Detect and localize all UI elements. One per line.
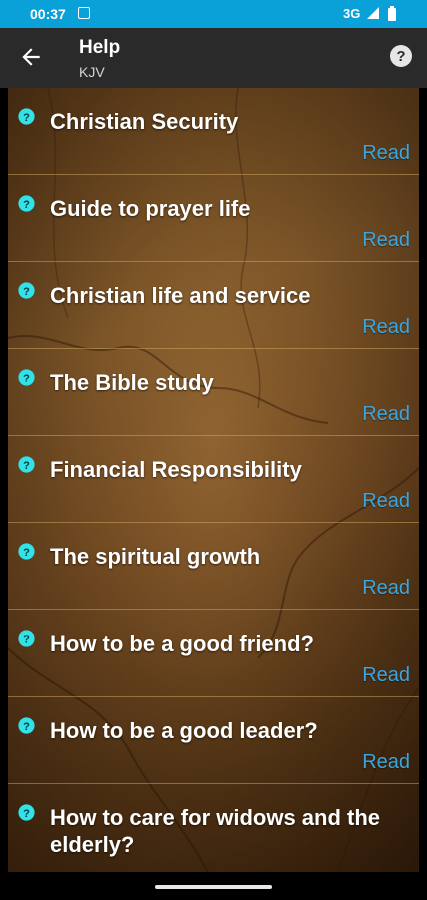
help-circle-icon[interactable]: ? [389,44,413,68]
svg-text:?: ? [23,721,30,733]
item-title: Christian Security [50,109,239,134]
question-circle-icon: ? [18,108,35,125]
battery-icon [388,6,396,21]
question-circle-icon: ? [18,717,35,734]
read-link[interactable]: Read [362,142,410,165]
list-item[interactable]: ? The spiritual growth Read [8,523,419,610]
read-link[interactable]: Read [362,229,410,252]
arrow-left-icon[interactable] [18,44,44,70]
item-title: How to be a good leader? [50,718,318,743]
item-title: The spiritual growth [50,544,261,569]
system-nav-bar [0,872,427,900]
list-item[interactable]: ? How to be a good leader? Read [8,697,419,784]
read-link[interactable]: Read [362,403,410,426]
read-link[interactable]: Read [362,490,410,513]
app-bar: Help KJV ? [0,28,427,88]
question-circle-icon: ? [18,630,35,647]
list-item[interactable]: ? Financial Responsibility Read [8,436,419,523]
svg-text:?: ? [23,634,30,646]
list-item[interactable]: ? Guide to prayer life Read [8,175,419,262]
item-title: Financial Responsibility [50,457,302,482]
question-circle-icon: ? [18,369,35,386]
list-item[interactable]: ? Christian Security Read [8,88,419,175]
svg-text:?: ? [396,48,405,65]
page-title: Help [79,37,121,58]
question-circle-icon: ? [18,543,35,560]
question-circle-icon: ? [18,282,35,299]
read-link[interactable]: Read [362,751,410,774]
item-title: The Bible study [50,370,214,395]
notification-icon [78,7,90,19]
svg-text:?: ? [23,112,30,124]
status-time: 00:37 [30,6,66,22]
read-link[interactable]: Read [362,316,410,339]
svg-text:?: ? [23,286,30,298]
svg-text:?: ? [23,808,30,820]
item-title: How to be a good friend? [50,631,314,656]
item-title: Christian life and service [50,283,311,308]
svg-text:?: ? [23,373,30,385]
list-item[interactable]: ? How to be a good friend? Read [8,610,419,697]
svg-text:?: ? [23,547,30,559]
svg-text:?: ? [23,460,30,472]
question-circle-icon: ? [18,804,35,821]
question-circle-icon: ? [18,195,35,212]
list-item[interactable]: ? The Bible study Read [8,349,419,436]
home-gesture-handle[interactable] [155,885,272,889]
page-subtitle: KJV [79,64,105,80]
list-item[interactable]: ? Christian life and service Read [8,262,419,349]
item-title: How to care for widows and the elderly? [50,805,381,857]
question-circle-icon: ? [18,456,35,473]
list-item[interactable]: ? How to care for widows and the elderly… [8,784,419,871]
topic-list[interactable]: ? Christian Security Read ? Guide to pra… [8,88,419,872]
item-title: Guide to prayer life [50,196,251,221]
status-bar: 00:37 3G [0,0,427,28]
signal-icon [367,7,379,19]
svg-text:?: ? [23,199,30,211]
network-type: 3G [343,6,361,21]
read-link[interactable]: Read [362,664,410,687]
read-link[interactable]: Read [362,577,410,600]
